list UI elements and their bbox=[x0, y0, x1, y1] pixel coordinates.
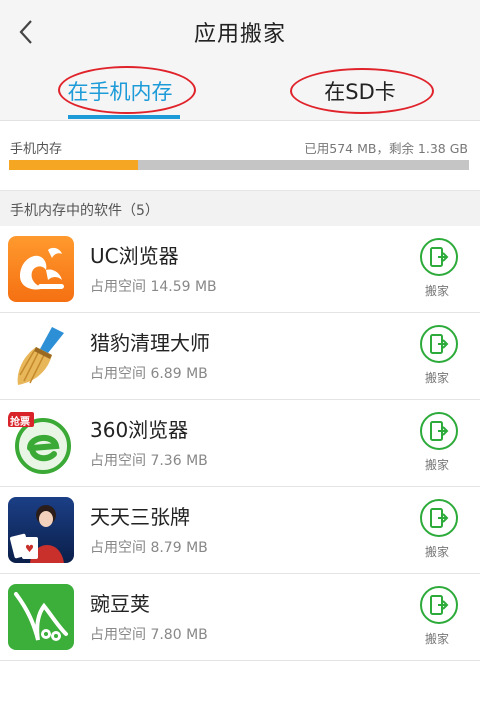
svg-text:♥: ♥ bbox=[25, 544, 34, 555]
promo-badge: 抢票 bbox=[10, 417, 30, 428]
tab-phone-memory[interactable]: 在手机内存 bbox=[40, 62, 200, 120]
list-item: ♥ 天天三张牌 占用空间 8.79 MB 搬家 bbox=[0, 487, 480, 574]
list-item: 抢票 360浏览器 占用空间 7.36 MB 搬家 bbox=[0, 400, 480, 487]
app-list: UC浏览器 占用空间 14.59 MB 搬家 猎豹清理大师 占用空间 6.89 … bbox=[0, 226, 480, 661]
app-name: 猎豹清理大师 bbox=[90, 331, 210, 355]
section-header: 手机内存中的软件（5） bbox=[0, 190, 480, 227]
section-title: 手机内存中的软件（5） bbox=[10, 203, 159, 219]
app-name: UC浏览器 bbox=[90, 244, 179, 268]
app-name: 360浏览器 bbox=[90, 418, 189, 442]
broom-icon bbox=[8, 323, 74, 389]
app-size: 占用空间 7.36 MB bbox=[90, 453, 208, 469]
app-size: 占用空间 7.80 MB bbox=[90, 627, 208, 643]
move-button[interactable]: 搬家 bbox=[416, 412, 462, 476]
move-button[interactable]: 搬家 bbox=[416, 238, 462, 302]
move-app-icon bbox=[420, 412, 458, 450]
move-button[interactable]: 搬家 bbox=[416, 586, 462, 650]
move-button[interactable]: 搬家 bbox=[416, 325, 462, 389]
storage-usage-text: 已用574 MB，剩余 1.38 GB bbox=[304, 141, 468, 156]
storage-summary: 手机内存 已用574 MB，剩余 1.38 GB bbox=[0, 122, 480, 188]
list-item: 豌豆荚 占用空间 7.80 MB 搬家 bbox=[0, 574, 480, 661]
move-app-icon bbox=[420, 325, 458, 363]
page-title: 应用搬家 bbox=[193, 22, 286, 47]
move-app-icon bbox=[420, 586, 458, 624]
tab-label: 在SD卡 bbox=[324, 80, 396, 104]
storage-progress-bar bbox=[9, 160, 469, 170]
app-size: 占用空间 14.59 MB bbox=[90, 279, 217, 295]
active-tab-indicator bbox=[68, 115, 180, 119]
storage-progress-fill bbox=[9, 160, 138, 170]
title-bar: 应用搬家 bbox=[0, 0, 480, 62]
tab-bar: 在手机内存 在SD卡 bbox=[0, 62, 480, 121]
app-size: 占用空间 8.79 MB bbox=[90, 540, 208, 556]
move-app-icon bbox=[420, 238, 458, 276]
app-size: 占用空间 6.89 MB bbox=[90, 366, 208, 382]
tab-sd-card[interactable]: 在SD卡 bbox=[280, 62, 440, 120]
move-label: 搬家 bbox=[424, 371, 449, 385]
card-game-icon: ♥ bbox=[8, 497, 74, 563]
storage-label: 手机内存 bbox=[10, 142, 63, 157]
app-name: 豌豆荚 bbox=[90, 592, 150, 616]
move-label: 搬家 bbox=[424, 632, 449, 646]
list-item: 猎豹清理大师 占用空间 6.89 MB 搬家 bbox=[0, 313, 480, 400]
move-label: 搬家 bbox=[424, 284, 449, 298]
move-button[interactable]: 搬家 bbox=[416, 499, 462, 563]
list-item: UC浏览器 占用空间 14.59 MB 搬家 bbox=[0, 226, 480, 313]
move-label: 搬家 bbox=[424, 545, 449, 559]
tab-label: 在手机内存 bbox=[67, 80, 173, 104]
360-browser-icon: 抢票 bbox=[8, 410, 74, 476]
move-app-icon bbox=[420, 499, 458, 537]
move-label: 搬家 bbox=[424, 458, 449, 472]
uc-browser-icon bbox=[8, 236, 74, 302]
pea-pod-icon bbox=[8, 584, 74, 650]
app-name: 天天三张牌 bbox=[90, 505, 190, 529]
